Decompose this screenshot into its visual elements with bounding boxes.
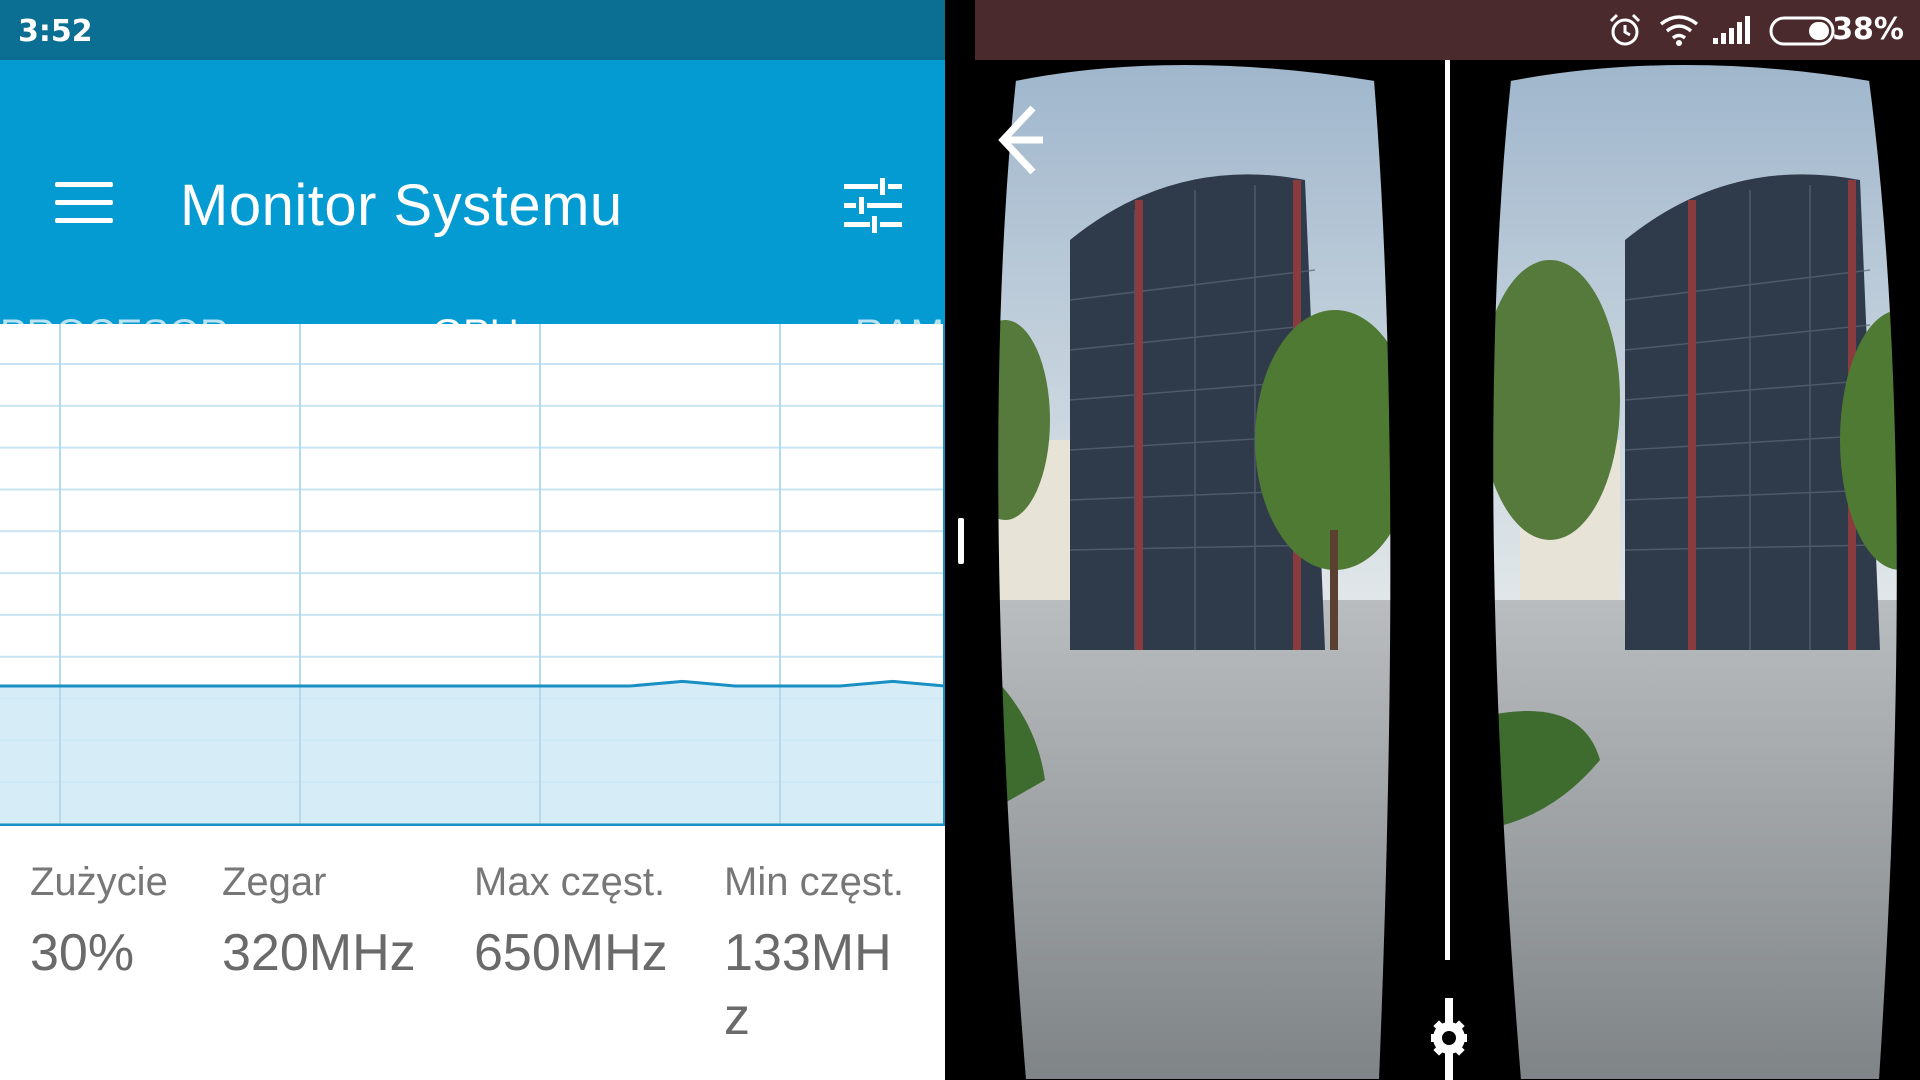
stat-clock-value: 320MHz: [222, 924, 416, 982]
app-bar: Monitor Systemu PROCESOR GPU RAM: [0, 60, 945, 356]
chart-point: [472, 685, 473, 687]
stat-max-freq-label: Max częst.: [474, 860, 666, 904]
stat-clock-label: Zegar: [222, 860, 327, 904]
page-title: Monitor Systemu: [180, 173, 623, 238]
chart-point: [734, 685, 736, 687]
vr-left-eye-image: [996, 63, 1393, 1080]
chart-point: [577, 685, 578, 687]
status-bar-right: 38%: [975, 0, 1920, 60]
back-arrow-icon[interactable]: [993, 100, 1043, 180]
chart-point: [209, 685, 211, 687]
chart-point: [157, 685, 158, 687]
chart-point: [629, 685, 631, 687]
vr-center-divider: [1445, 60, 1450, 960]
stat-usage-value: 30%: [30, 924, 135, 982]
tune-icon[interactable]: [844, 178, 902, 234]
menu-icon[interactable]: [55, 182, 113, 224]
chart-series-area: [0, 681, 945, 826]
wifi-icon: [1659, 15, 1699, 46]
status-bar-left: 3:52: [0, 0, 945, 60]
stat-max-freq: Max częst. 650MHz: [474, 860, 668, 985]
gpu-usage-chart: [0, 324, 945, 826]
stat-usage: Zużycie 30%: [30, 860, 168, 985]
stat-min-freq-value: 133MHz: [724, 924, 892, 1046]
chart-point: [314, 685, 316, 687]
vr-right-eye-view[interactable]: [1460, 60, 1920, 1080]
battery-percent: 38%: [1832, 12, 1904, 47]
stat-min-freq-label: Min częst.: [724, 860, 905, 904]
chart-point: [52, 685, 53, 687]
stat-min-freq: Min częst. 133MHz: [724, 860, 914, 1049]
gpu-stats: Zużycie 30% Zegar 320MHz Max częst. 650M…: [0, 860, 945, 1080]
stat-clock: Zegar 320MHz: [222, 860, 416, 985]
chart-point: [682, 680, 683, 682]
chart-point: [104, 685, 106, 687]
vr-right-eye-image: [1491, 63, 1899, 1080]
vr-left-eye-view[interactable]: [975, 60, 1425, 1080]
alarm-icon: [1609, 13, 1641, 46]
chart-point: [367, 685, 368, 687]
split-screen-handle[interactable]: [958, 518, 964, 564]
chart-point: [524, 685, 526, 687]
system-monitor-app: 3:52 Monitor Systemu PROCESOR GPU RAM Zu…: [0, 0, 945, 1080]
chart-point: [419, 685, 421, 687]
signal-icon: [1713, 16, 1750, 44]
status-time: 3:52: [18, 14, 93, 49]
vr-viewer: 38%: [975, 0, 1920, 1080]
chart-point: [892, 680, 893, 682]
stat-max-freq-value: 650MHz: [474, 924, 668, 982]
chart-point: [839, 685, 841, 687]
gear-icon[interactable]: [1429, 998, 1469, 1080]
chart-point: [787, 685, 788, 687]
battery-icon: [1769, 16, 1835, 46]
chart-point: [262, 685, 263, 687]
stat-usage-label: Zużycie: [30, 860, 168, 904]
